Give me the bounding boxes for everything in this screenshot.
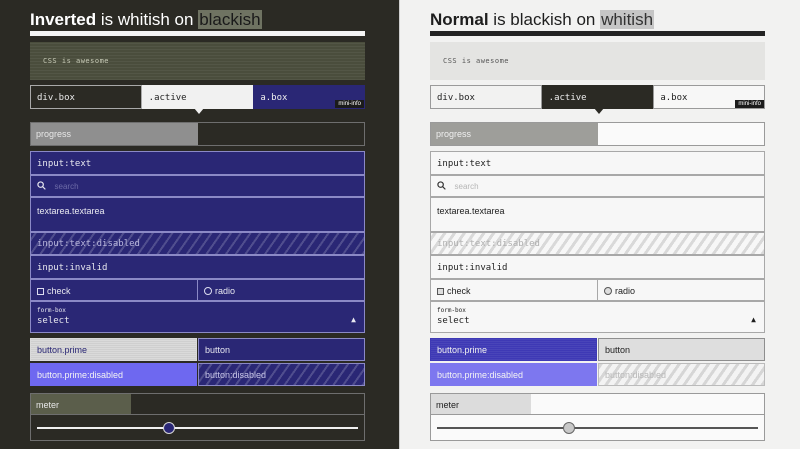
code-block: CSS is awesome xyxy=(30,42,365,80)
check-radio-row: check radio xyxy=(30,279,365,301)
radio[interactable]: radio xyxy=(198,280,364,300)
range-thumb[interactable] xyxy=(562,422,575,434)
title-highlight: whitish xyxy=(600,10,655,29)
checkbox-box xyxy=(437,288,444,295)
tab-row: div.box .active a.box mini-info xyxy=(30,85,366,114)
tab-a-box[interactable]: a.box mini-info xyxy=(653,85,766,109)
disabled-input: input:text:disabled xyxy=(30,232,365,255)
title-rule xyxy=(430,31,765,36)
progress-label: progress xyxy=(36,129,72,139)
search-input[interactable]: search xyxy=(30,175,365,197)
meter: meter xyxy=(30,393,365,415)
select-value: select xyxy=(437,316,470,326)
tab-label: div.box xyxy=(37,93,75,103)
invalid-input[interactable]: input:invalid xyxy=(30,255,365,279)
prime-disabled-button: button.prime:disabled xyxy=(30,363,197,386)
prime-disabled-button: button.prime:disabled xyxy=(430,363,597,386)
progress-label: progress xyxy=(436,129,472,139)
select-value: select xyxy=(37,316,70,326)
active-notch xyxy=(194,108,205,114)
tab-row: div.box .active a.box mini-info xyxy=(430,85,766,114)
meter: meter xyxy=(430,393,765,415)
checkbox[interactable]: check xyxy=(31,280,198,300)
search-icon xyxy=(437,181,446,190)
radio-label: radio xyxy=(215,286,236,296)
panel-title: Inverted is whitish on blackish xyxy=(30,10,262,30)
disabled-button: button:disabled xyxy=(198,363,365,386)
progress-bar: progress xyxy=(430,122,765,146)
disabled-button: button:disabled xyxy=(598,363,765,386)
tab-label: div.box xyxy=(437,93,475,103)
select-box[interactable]: form-box select ▲ xyxy=(430,301,765,333)
tab-div-box[interactable]: div.box xyxy=(430,85,542,109)
panel-title: Normal is blackish on whitish xyxy=(430,10,655,30)
title-mid: is whitish on xyxy=(96,10,199,29)
textarea[interactable]: textarea.textarea xyxy=(30,197,365,232)
prime-button[interactable]: button.prime xyxy=(430,338,597,361)
check-radio-row: check radio xyxy=(430,279,765,301)
checkbox-box xyxy=(37,288,44,295)
select-caption: form-box xyxy=(37,307,66,314)
meter-label: meter xyxy=(36,400,60,410)
range-thumb[interactable] xyxy=(162,422,175,434)
checkbox-label: check xyxy=(447,286,471,296)
invalid-input[interactable]: input:invalid xyxy=(430,255,765,279)
tab-label: a.box xyxy=(260,93,288,103)
prime-button[interactable]: button.prime xyxy=(30,338,197,361)
select-caption: form-box xyxy=(437,307,466,314)
normal-panel: Normal is blackish on whitish CSS is awe… xyxy=(400,0,800,449)
radio-circle xyxy=(204,287,212,295)
radio[interactable]: radio xyxy=(598,280,764,300)
tab-label: a.box xyxy=(660,93,688,103)
mini-info-badge: mini-info xyxy=(735,100,765,108)
title-strong: Normal xyxy=(430,10,489,29)
triangle-up-icon: ▲ xyxy=(351,315,356,324)
select-box[interactable]: form-box select ▲ xyxy=(30,301,365,333)
tab-active[interactable]: .active xyxy=(541,85,654,114)
checkbox[interactable]: check xyxy=(431,280,598,300)
plain-button[interactable]: button xyxy=(598,338,765,361)
title-rule xyxy=(30,31,365,36)
title-mid: is blackish on xyxy=(488,10,601,29)
tab-label: .active xyxy=(548,93,587,103)
triangle-up-icon: ▲ xyxy=(751,315,756,324)
plain-button[interactable]: button xyxy=(198,338,365,361)
range-track xyxy=(37,427,358,429)
mini-info-badge: mini-info xyxy=(335,100,365,108)
radio-label: radio xyxy=(615,286,636,296)
tab-label: .active xyxy=(148,93,187,103)
code-block: CSS is awesome xyxy=(430,42,765,80)
active-notch xyxy=(594,108,605,114)
tab-a-box[interactable]: a.box mini-info xyxy=(253,85,366,109)
search-placeholder: search xyxy=(454,182,479,191)
range-track xyxy=(437,427,758,429)
range-slider[interactable] xyxy=(430,415,765,441)
textarea[interactable]: textarea.textarea xyxy=(430,197,765,232)
text-input[interactable]: input:text xyxy=(430,151,765,175)
tab-active[interactable]: .active xyxy=(141,85,254,114)
search-input[interactable]: search xyxy=(430,175,765,197)
text-input[interactable]: input:text xyxy=(30,151,365,175)
tab-div-box[interactable]: div.box xyxy=(30,85,142,109)
radio-circle xyxy=(604,287,612,295)
disabled-input: input:text:disabled xyxy=(430,232,765,255)
title-strong: Inverted xyxy=(30,10,97,29)
checkbox-label: check xyxy=(47,286,71,296)
title-highlight: blackish xyxy=(198,10,262,29)
meter-label: meter xyxy=(436,400,460,410)
inverted-panel: Inverted is whitish on blackish CSS is a… xyxy=(0,0,400,449)
search-placeholder: search xyxy=(54,182,79,191)
search-icon xyxy=(37,181,46,190)
progress-bar: progress xyxy=(30,122,365,146)
range-slider[interactable] xyxy=(30,415,365,441)
